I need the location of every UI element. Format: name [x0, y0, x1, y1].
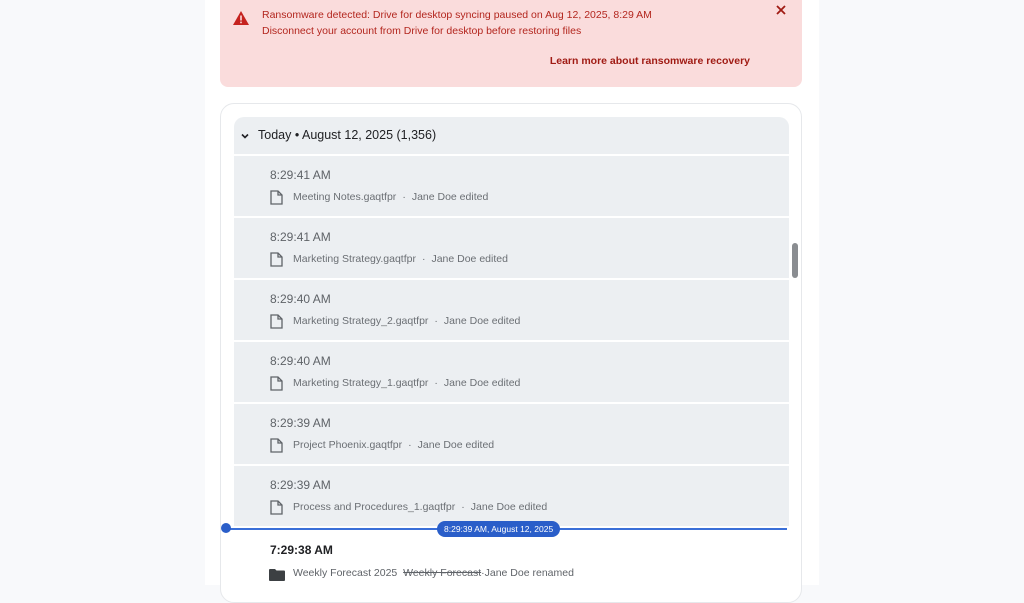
restore-page: Ransomware detected: Drive for desktop s… [0, 0, 1024, 603]
entry-actor: Jane Doe edited [443, 315, 521, 327]
file-icon [270, 190, 283, 205]
scrollbar-thumb[interactable] [792, 243, 798, 278]
file-name: Process and Procedures_1.gaqtfpr [293, 501, 456, 513]
entry-time: 8:29:40 AM [270, 354, 331, 368]
file-name: Marketing Strategy_2.gaqtfpr [293, 315, 429, 327]
warning-triangle-icon [233, 11, 249, 25]
chevron-down-icon[interactable] [240, 131, 250, 141]
separator: · [434, 377, 438, 389]
activity-entry[interactable]: 8:29:41 AM Marketing Strategy.gaqtfpr · Ja… [234, 218, 789, 278]
separator: · [421, 253, 426, 265]
separator: · [408, 439, 412, 451]
entry-description: Weekly Forecast 2025 Weekly Forecast·Jan… [293, 567, 574, 579]
file-old-name: Weekly Forecast [403, 567, 482, 579]
entry-actor: Jane Doe edited [470, 501, 548, 513]
entry-time: 8:29:39 AM [270, 478, 331, 492]
entry-time: 8:29:39 AM [270, 416, 331, 430]
entry-description: Meeting Notes.gaqtfpr · Jane Doe edited [293, 191, 488, 203]
file-icon [270, 438, 283, 453]
alert-subtitle: Disconnect your account from Drive for d… [262, 25, 582, 37]
separator: · [461, 501, 465, 513]
entry-time: 8:29:41 AM [270, 168, 331, 182]
activity-card: Today • August 12, 2025 (1,356) 8:29:41 … [220, 103, 802, 603]
entry-actor: Jane Doe edited [411, 191, 489, 203]
file-name: Marketing Strategy.gaqtfpr [293, 253, 416, 265]
entry-time: 7:29:38 AM [270, 543, 333, 557]
file-icon [270, 314, 283, 329]
separator: · [434, 315, 438, 327]
file-new-name: Weekly Forecast 2025 [293, 567, 398, 579]
file-icon [270, 500, 283, 515]
separator: · [402, 191, 406, 203]
entry-description: Marketing Strategy_2.gaqtfpr · Jane Doe ed… [293, 315, 520, 327]
learn-more-link[interactable]: Learn more about ransomware recovery [550, 55, 750, 67]
alert-title: Ransomware detected: Drive for desktop s… [262, 9, 652, 21]
restore-point-handle[interactable] [221, 523, 231, 533]
activity-entry[interactable]: 8:29:39 AM Process and Procedures_1.gaqt… [234, 466, 789, 526]
entry-actor: Jane Doe renamed [484, 567, 574, 579]
entry-description: Project Phoenix.gaqtfpr · Jane Doe edited [293, 439, 494, 451]
date-group-title: Today • August 12, 2025 (1,356) [258, 128, 437, 142]
activity-entry[interactable]: 8:29:40 AM Marketing Strategy_2.gaqtfpr ·… [234, 280, 789, 340]
activity-entry[interactable]: 8:29:40 AM Marketing Strategy_1.gaqtfpr ·… [234, 342, 789, 402]
entry-actor: Jane Doe edited [431, 253, 508, 265]
close-icon[interactable] [774, 3, 788, 17]
file-name: Project Phoenix.gaqtfpr [293, 439, 403, 451]
activity-entry[interactable]: 8:29:39 AM Project Phoenix.gaqtfpr · Jane … [234, 404, 789, 464]
file-name: Marketing Strategy_1.gaqtfpr [293, 377, 429, 389]
entry-description: Process and Procedures_1.gaqtfpr · Jane Do… [293, 501, 547, 513]
entry-actor: Jane Doe edited [443, 377, 521, 389]
file-icon [270, 252, 283, 267]
ransomware-alert-banner: Ransomware detected: Drive for desktop s… [220, 0, 802, 87]
activity-entry[interactable]: 8:29:41 AM Meeting Notes.gaqtfpr · Jane Do… [234, 156, 789, 216]
entry-time: 8:29:41 AM [270, 230, 331, 244]
file-name: Meeting Notes.gaqtfpr [293, 191, 397, 203]
file-icon [270, 376, 283, 391]
entry-time: 8:29:40 AM [270, 292, 331, 306]
entry-description: Marketing Strategy.gaqtfpr · Jane Doe edit… [293, 253, 508, 265]
date-group-header[interactable]: Today • August 12, 2025 (1,356) [234, 117, 789, 154]
entry-actor: Jane Doe edited [417, 439, 495, 451]
activity-entry[interactable]: 7:29:38 AM Weekly Forecast 2025 Weekly F… [234, 534, 789, 594]
folder-icon [269, 569, 285, 581]
entry-description: Marketing Strategy_1.gaqtfpr · Jane Doe ed… [293, 377, 520, 389]
